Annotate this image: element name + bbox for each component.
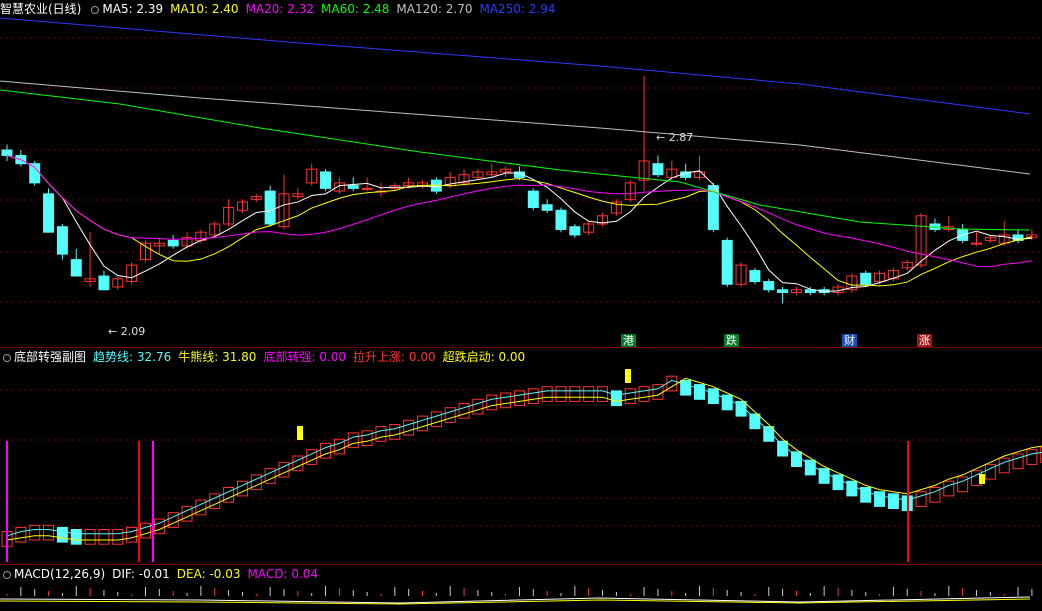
ma60-line (0, 89, 1031, 231)
dif-legend: DIF: -0.01 (112, 567, 170, 581)
sub-bar (98, 529, 110, 545)
sub-bar (583, 386, 595, 402)
candle (569, 226, 581, 236)
sub-bar (500, 392, 512, 409)
candlestick-chart[interactable] (0, 0, 1042, 611)
event-marker-die[interactable]: 跌 (724, 334, 739, 347)
event-marker-gang[interactable]: 港 (621, 334, 636, 347)
sub-bar (1012, 453, 1024, 470)
sub-bar (694, 384, 705, 400)
sub-bar (486, 394, 498, 411)
sub-bar (417, 415, 428, 432)
sub-bar (43, 524, 55, 541)
candle (29, 163, 41, 184)
sub-bar (472, 398, 484, 415)
rise-legend: 拉升上涨: 0.00 (353, 350, 436, 364)
sub-bar (707, 388, 719, 404)
candle (652, 163, 664, 176)
candle (527, 190, 539, 209)
sub-bar (112, 529, 124, 545)
macd-title[interactable]: MACD(12,26,9) (14, 567, 105, 581)
sub-bar (555, 386, 567, 402)
candle (749, 270, 761, 283)
signal-marker (979, 474, 985, 484)
sub-bar (15, 526, 27, 543)
ma250-line (0, 17, 1031, 115)
event-marker-cai[interactable]: 财 (842, 334, 857, 347)
candle (721, 239, 733, 285)
ma120-line (0, 80, 1031, 175)
candle (763, 281, 775, 291)
sub-bar (84, 529, 96, 545)
sub-bar (1026, 449, 1038, 465)
sub-bar (610, 390, 622, 407)
sub-bar (458, 403, 470, 419)
candle (70, 259, 82, 277)
sub-bar (874, 491, 886, 507)
sub-bar (389, 424, 401, 440)
candle (1, 149, 13, 156)
sub-bar (597, 386, 609, 402)
sub-bar (29, 524, 41, 541)
sub-bar (403, 419, 415, 436)
sub-indicator-title[interactable]: 底部转强副图 (14, 350, 86, 364)
candle (43, 193, 55, 233)
event-marker-zhang[interactable]: 涨 (917, 334, 932, 347)
candle (56, 226, 68, 255)
panel-separator (0, 347, 1042, 348)
dea-legend: DEA: -0.03 (176, 567, 241, 581)
sub-bar (569, 386, 581, 402)
panel-separator (0, 564, 1042, 565)
sub-bar (527, 388, 539, 404)
sub-bar (887, 493, 899, 509)
sub-bar (790, 451, 802, 467)
bottom-strong-legend: 底部转强: 0.00 (263, 350, 347, 364)
candle (555, 209, 567, 230)
candle (361, 187, 373, 190)
launch-legend: 超跌启动: 0.00 (442, 350, 526, 364)
candle (347, 185, 359, 189)
sub-bar (56, 526, 68, 543)
sub-bar (541, 386, 553, 402)
candle (541, 204, 553, 211)
trend-line-legend: 趋势线: 32.76 (93, 350, 172, 364)
high-price-label: ← 2.87 (656, 131, 694, 144)
sub-bar (70, 529, 82, 545)
low-price-label: ← 2.09 (108, 325, 146, 338)
candle (860, 272, 872, 285)
sub-bar (680, 379, 692, 396)
signal-marker (625, 369, 631, 383)
candle (971, 242, 982, 245)
candle (167, 239, 179, 247)
sub-bar (638, 386, 650, 402)
sub-chart-header: 底部转强副图 趋势线: 32.76 牛熊线: 31.80 底部转强: 0.00 拉升上涨… (0, 349, 532, 365)
macd-legend: MACD: 0.04 (247, 567, 319, 581)
sub-bar (624, 388, 636, 404)
settings-circle-icon[interactable] (3, 571, 11, 579)
sub-bar (126, 526, 138, 543)
candle (264, 190, 276, 225)
sub-bar (444, 407, 456, 423)
candle (777, 289, 789, 293)
candle (320, 171, 332, 189)
sub-bar (140, 522, 151, 539)
sub-bar (513, 390, 525, 407)
sub-bar (998, 457, 1010, 474)
signal-marker (297, 426, 303, 440)
sub-bar (361, 430, 373, 446)
candle (98, 275, 110, 291)
sub-bar (375, 426, 387, 442)
macd-header: MACD(12,26,9) DIF: -0.01 DEA: -0.03 MACD: 0… (0, 566, 325, 582)
sub-bar (915, 491, 927, 507)
settings-circle-icon[interactable] (3, 354, 11, 362)
sub-bar (430, 411, 442, 428)
sub-bar (943, 480, 955, 497)
bull-bear-legend: 牛熊线: 31.80 (178, 350, 257, 364)
